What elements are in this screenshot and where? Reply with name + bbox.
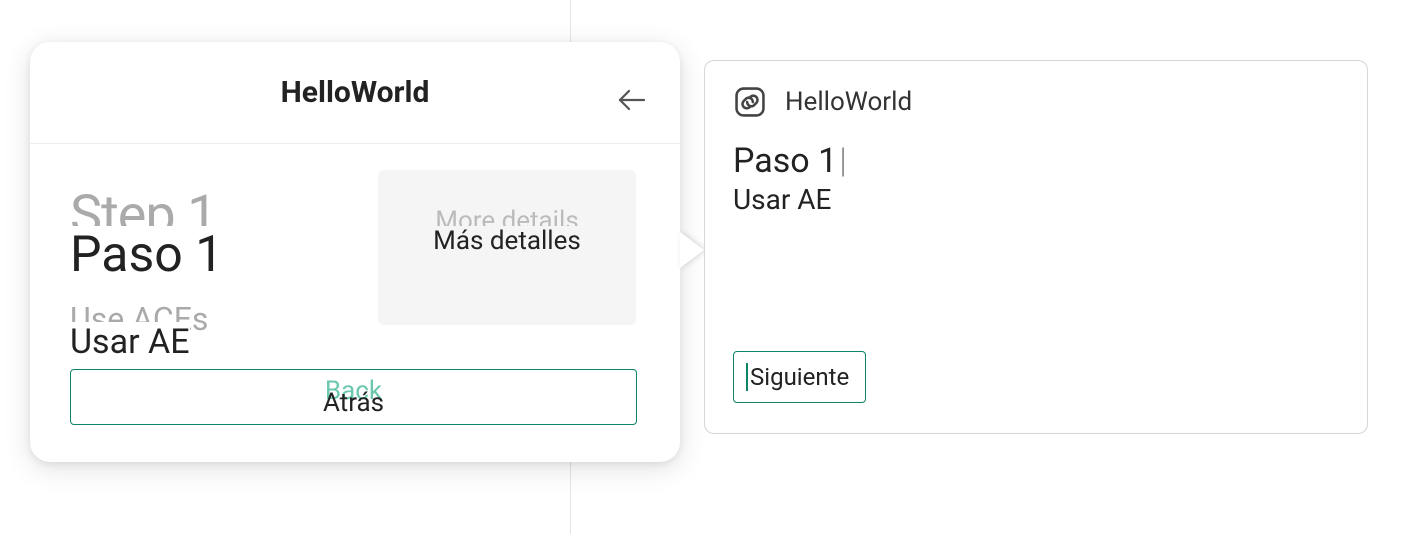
next-button[interactable]: Siguiente [733, 351, 866, 403]
card-header: HelloWorld [733, 85, 1339, 119]
subtitle-label: Usar AE [70, 322, 190, 362]
detail-card[interactable]: More details Más detalles [378, 170, 636, 325]
callout-pointer [680, 232, 704, 268]
step-heading: Paso 1 [70, 226, 223, 284]
card-title: HelloWorld [785, 87, 912, 117]
input-cursor [746, 363, 748, 391]
card-step-text: Paso 1 [733, 141, 837, 181]
text-cursor: | [839, 141, 847, 181]
back-button[interactable]: Back Atrás [70, 369, 637, 425]
dialog-title: HelloWorld [281, 75, 430, 110]
detail-label: Más detalles [433, 226, 581, 256]
back-button-label: Atrás [323, 388, 384, 418]
dialog-header: HelloWorld [30, 42, 680, 144]
card-step-heading: Paso 1| [733, 141, 1339, 181]
back-arrow-icon[interactable] [614, 82, 650, 118]
link-icon [733, 85, 767, 119]
next-button-label: Siguiente [750, 363, 849, 391]
card-subtitle: Usar AE [733, 183, 1339, 216]
dialog-body: Step 1 Paso 1 Use ACEs Usar AE More deta… [30, 144, 680, 184]
quick-view-dialog: HelloWorld Step 1 Paso 1 Use ACEs Usar A… [30, 42, 680, 462]
card-preview: HelloWorld Paso 1| Usar AE Siguiente [704, 60, 1368, 434]
card-subtitle-text: Usar AE [733, 183, 831, 216]
